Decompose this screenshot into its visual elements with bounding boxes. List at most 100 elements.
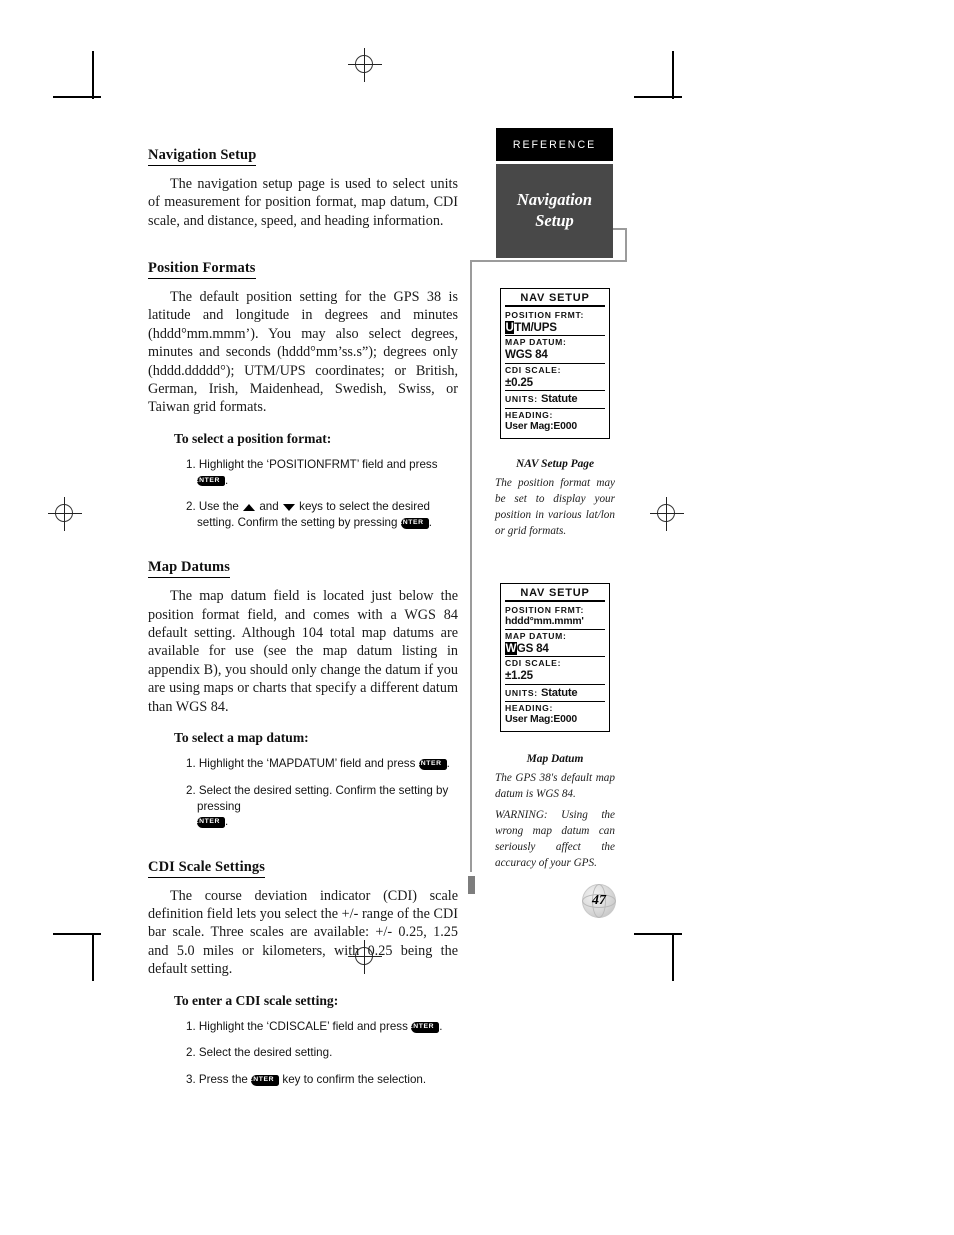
steps-heading-map-datum: To select a map datum: [174,730,309,746]
gps-value-map-datum: WGS 84 [505,348,605,362]
crop-mark-bottom-left-v [92,933,94,981]
crop-mark-top-right-h [634,96,682,98]
gps-field-position-format: POSITION FRMT: hddd°mm.mmm' [505,604,605,629]
step-text: 1. Highlight the ‘POSITIONFRMT’ field an… [186,457,438,471]
enter-key-icon: ENTER [416,759,447,771]
enter-key-icon: ENTER [248,1075,280,1086]
gps-label-units: UNITS: [505,394,538,405]
crop-mark-top-left-v [92,51,94,99]
main-text-column: Navigation Setup The navigation setup pa… [148,146,458,1099]
registration-hline [348,64,382,65]
sidebar-rule-horizontal [470,260,627,262]
gps-label-units: UNITS: [505,687,538,698]
gps-value-heading: User Mag:E000 [505,714,577,726]
enter-key-icon: ENTER [194,475,226,487]
gps-label-map-datum: MAP DATUM: [505,337,567,348]
sidebar-rule-top-right-v [625,228,627,262]
gps-screen-title: NAV SETUP [505,587,605,602]
gps-label-map-datum: MAP DATUM: [505,631,567,641]
chapter-tab: Navigation Setup [496,164,613,258]
crop-mark-bottom-right-h [634,933,682,935]
gps-units-line: UNITS: Statute [505,686,605,701]
sidebar-rule-vertical [470,260,472,872]
gps-label-cdi-scale: CDI SCALE: [505,658,562,669]
step-position-format-1: 1. Highlight the ‘POSITIONFRMT’ field an… [186,457,458,488]
gps-value-rest: WGS 84 [505,348,548,362]
gps-field-position-format: POSITION FRMT: UTM/UPS [505,309,605,335]
step-text: 3. Press the [186,1073,248,1087]
gps-value-rest: TM/UPS [514,320,557,334]
step-map-datum-1: 1. Highlight the ‘MAPDATUM’ field and pr… [186,756,458,772]
gps-field-cdi-scale: CDI SCALE: ±1.25 [505,656,605,683]
gps-field-heading: HEADING: User Mag:E000 [505,407,605,434]
registration-mark-top [348,48,382,82]
sidebar-rule-end-block [468,876,475,894]
crop-mark-top-right-v [672,51,674,99]
figure-1-caption-title: NAV Setup Page [515,458,595,470]
gps-label-cdi-scale: CDI SCALE: [505,364,562,375]
gps-value-rest: GS 84 [516,641,549,655]
gps-screen-nav-setup-1: NAV SETUP POSITION FRMT: UTM/UPS MAP DAT… [500,288,610,439]
figure-2-caption-body-1: The GPS 38's default map datum is WGS 84… [495,772,615,800]
paragraph-cdi-scale-settings: The course deviation indicator (CDI) sca… [148,887,458,978]
paragraph-map-datums: The map datum field is located just belo… [148,588,458,715]
gps-value-position-format: hddd°mm.mmm' [505,616,605,628]
reference-tab-label: REFERENCE [512,138,597,151]
step-text: 2. Select the desired setting. Confirm t… [186,783,449,813]
arrow-down-icon [282,504,295,512]
step-cdi-scale-2: 2. Select the desired setting. [186,1046,333,1060]
arrow-up-icon [243,504,256,512]
paragraph-position-formats: The default position setting for the GPS… [148,288,458,416]
step-text: 1. Highlight the ‘MAPDATUM’ field and pr… [186,757,416,771]
registration-vline [364,48,365,82]
gps-label-position-format: POSITION FRMT: [505,605,585,615]
registration-mark-right [650,497,684,531]
figure-2-caption-body-2: WARNING: Using the wrong map datum can s… [495,809,615,869]
enter-key-icon: ENTER [408,1021,440,1033]
registration-vline [64,497,65,531]
heading-map-datums: Map Datums [148,559,230,579]
gps-value-heading: User Mag:E000 [505,420,577,432]
chapter-title-line1: Navigation [516,190,593,210]
steps-heading-position-format: To select a position format: [174,430,332,446]
gps-screen-title: NAV SETUP [505,292,605,307]
step-text-end: . [439,1019,443,1033]
gps-field-map-datum: MAP DATUM: WGS 84 [505,629,605,656]
step-text-end: key to confirm the selection. [282,1073,427,1087]
step-text-end: . [428,515,432,529]
gps-label-position-format: POSITION FRMT: [505,310,585,320]
registration-hline [48,513,82,514]
step-text-end: . [225,815,229,829]
gps-units-line: UNITS: Statute [505,392,605,407]
registration-mark-left [48,497,82,531]
gps-label-heading: HEADING: [505,409,554,420]
step-cdi-scale-3: 3. Press the ENTER key to confirm the se… [186,1072,458,1088]
step-text: 1. Highlight the ‘CDISCALE’ field and pr… [186,1019,408,1033]
gps-value-map-datum: WGS 84 [505,641,605,656]
chapter-title-line2: Setup [535,211,574,230]
crop-mark-bottom-right-v [672,933,674,981]
gps-value-rest: hddd°mm.mmm' [505,615,584,627]
gps-screen-nav-setup-2: NAV SETUP POSITION FRMT: hddd°mm.mmm' MA… [500,583,610,733]
step-text-end: . [225,473,229,487]
gps-value-units: Statute [540,393,578,406]
gps-value-units: Statute [540,686,578,699]
reference-tab: REFERENCE [496,128,613,161]
step-text-end: . [446,757,450,771]
enter-key-icon: ENTER [194,817,226,828]
registration-hline [650,513,684,514]
step-cdi-scale-1: 1. Highlight the ‘CDISCALE’ field and pr… [186,1019,458,1035]
figure-1-caption-body: The position format may be set to displa… [495,477,615,537]
step-text: 2. Use the [186,500,239,514]
heading-navigation-setup: Navigation Setup [148,147,257,166]
figure-2-caption-title: Map Datum [526,753,584,765]
gps-value-cdi-scale: ±1.25 [505,669,533,683]
enter-key-icon: ENTER [398,517,429,529]
heading-position-formats: Position Formats [148,260,256,279]
gps-field-cdi-scale: CDI SCALE: ±0.25 [505,362,605,390]
gps-field-map-datum: MAP DATUM: WGS 84 [505,335,605,362]
step-map-datum-2: 2. Select the desired setting. Confirm t… [186,783,458,830]
heading-cdi-scale-settings: CDI Scale Settings [148,859,265,878]
gps-value-position-format: UTM/UPS [505,320,605,335]
step-position-format-2: 2. Use the and keys to select the desire… [186,499,458,530]
